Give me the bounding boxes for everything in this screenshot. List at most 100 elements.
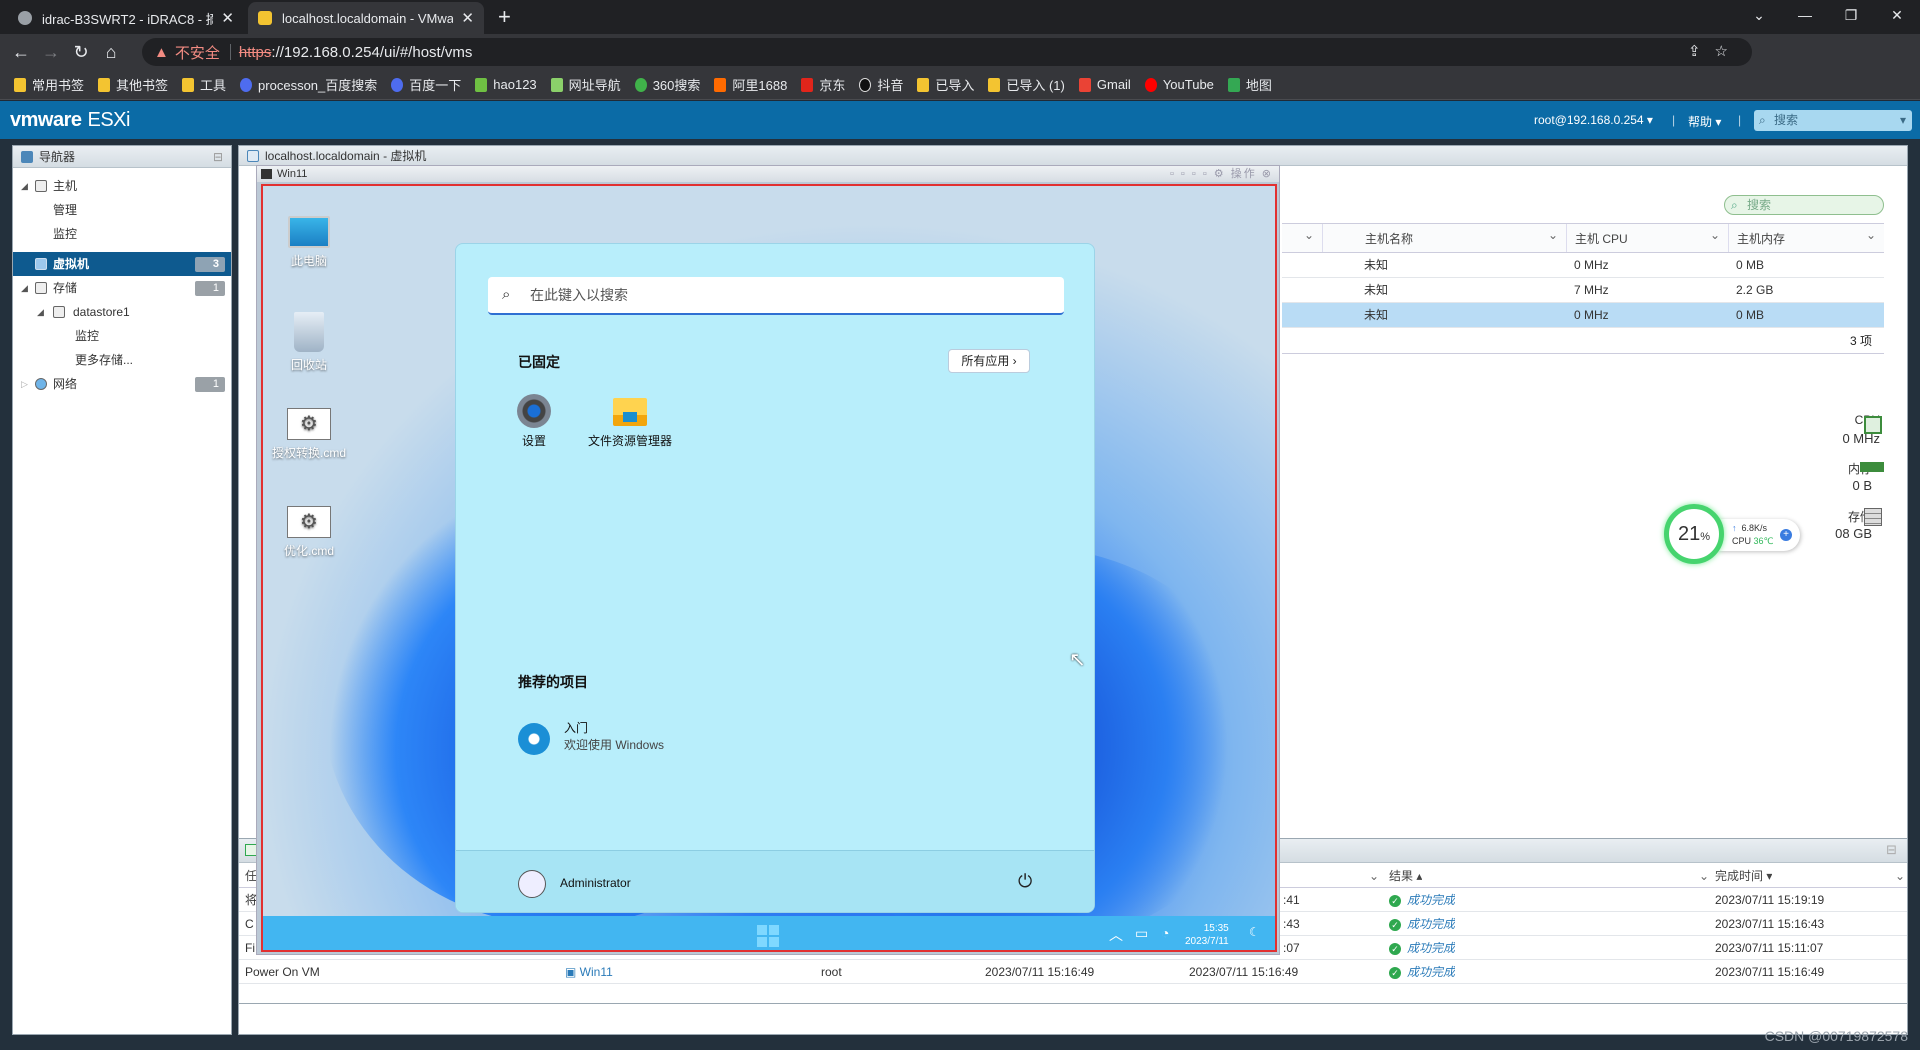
chevron-down-icon[interactable]: ⌄ xyxy=(1369,864,1379,888)
minimize-button[interactable]: — xyxy=(1782,0,1828,30)
bookmark[interactable]: Gmail xyxy=(1078,77,1131,92)
bookmark[interactable]: 360搜索 xyxy=(634,75,700,94)
nav-virtual-machines[interactable]: 虚拟机 3 xyxy=(13,252,231,276)
nav-host[interactable]: ◢ 主机 xyxy=(13,174,231,198)
bookmark[interactable]: 阿里1688 xyxy=(714,75,787,94)
power-icon[interactable]: ⏻ xyxy=(1018,871,1032,892)
memory-value: 0 B xyxy=(1852,478,1872,493)
tab-idrac[interactable]: idrac-B3SWRT2 - iDRAC8 - 摘要 ✕ xyxy=(8,2,244,34)
idrac-favicon-icon xyxy=(18,11,32,25)
desktop-icon-recycle-bin[interactable]: 回收站 xyxy=(269,312,349,373)
chevron-down-icon[interactable]: ⌄ xyxy=(1699,864,1709,888)
main-title: localhost.localdomain - 虚拟机 xyxy=(239,146,1907,166)
watermark: CSDN @007198725​78 xyxy=(1764,1028,1908,1044)
console-controls[interactable]: ▫ ▫ ▫ ▫ ⚙ 操作 ⊗ xyxy=(1170,166,1273,182)
expand-arrow-icon[interactable]: ◢ xyxy=(21,174,28,198)
taskbar-clock[interactable]: 15:35 2023/7/11 xyxy=(1185,922,1229,948)
expand-arrow-icon[interactable]: ◢ xyxy=(37,300,44,324)
column-header-hostname[interactable]: 主机名称 xyxy=(1322,220,1566,252)
bookmark[interactable]: 工具 xyxy=(182,75,226,94)
close-tab-icon[interactable]: ✕ xyxy=(221,9,234,27)
nav-network[interactable]: ▷ 网络 1 xyxy=(13,372,231,396)
bookmark[interactable]: 抖音 xyxy=(859,75,903,94)
expand-arrow-icon[interactable]: ▷ xyxy=(21,372,28,396)
nav-datastore1[interactable]: ◢ datastore1 xyxy=(13,300,231,324)
column-header[interactable] xyxy=(1282,220,1322,252)
nav-datastore-monitor[interactable]: 监控 xyxy=(13,324,231,348)
home-button[interactable]: ⌂ xyxy=(96,42,126,63)
nav-more-storage[interactable]: 更多存储... xyxy=(13,348,231,372)
gmail-icon xyxy=(1078,77,1091,92)
global-search-input[interactable]: ⌕ 搜索 ▾ xyxy=(1754,110,1912,131)
user-menu[interactable]: root@192.168.0.254 ▾ xyxy=(1534,113,1653,127)
bookmark[interactable]: 网址导航 xyxy=(550,75,621,94)
bookmark[interactable]: YouTube xyxy=(1144,77,1214,92)
vm-grid: 主机名称 主机 CPU 主机内存 未知 0 MHz 0 MB 未知 7 MHz … xyxy=(1282,220,1884,354)
storage-count-badge: 1 xyxy=(195,281,225,296)
help-menu[interactable]: 帮助 ▾ xyxy=(1688,113,1721,130)
windows-start-icon[interactable] xyxy=(757,925,779,947)
column-header-cpu[interactable]: 主机 CPU xyxy=(1566,220,1728,252)
column-header-result[interactable]: 结果 ▴ xyxy=(1389,864,1422,888)
nav-storage[interactable]: ◢ 存储 1 xyxy=(13,276,231,300)
plus-icon[interactable]: + xyxy=(1780,529,1792,541)
grid-search-input[interactable]: ⌕ 搜索 xyxy=(1724,195,1884,215)
pinned-heading: 已固定 xyxy=(518,354,560,370)
chevron-up-icon[interactable]: ︿ xyxy=(1109,925,1123,945)
column-header-memory[interactable]: 主机内存 xyxy=(1728,220,1884,252)
pinned-file-explorer[interactable]: 文件资源管理器 xyxy=(582,394,678,449)
network-icon[interactable]: ▭ xyxy=(1135,925,1148,942)
bookmark[interactable]: 其他书签 xyxy=(98,75,168,94)
desktop-icon-cmd-2[interactable]: 优化.cmd xyxy=(269,506,349,559)
column-header-completed[interactable]: 完成时间 ▾ xyxy=(1715,864,1772,888)
bookmark[interactable]: 京东 xyxy=(801,75,845,94)
volume-icon[interactable]: ◔ xyxy=(1161,925,1169,941)
search-icon: ⌕ xyxy=(502,286,511,303)
bookmark[interactable]: processon_百度搜索 xyxy=(240,75,377,94)
task-target-link[interactable]: Win11 xyxy=(580,965,613,979)
nav-site-icon xyxy=(550,77,563,92)
close-window-button[interactable]: ✕ xyxy=(1874,0,1920,30)
forward-button[interactable]: → xyxy=(36,42,66,63)
notifications-icon[interactable]: ☾ xyxy=(1249,925,1260,939)
system-monitor-widget[interactable]: ↑ 6.8K/s CPU 36℃ + 21% xyxy=(1662,504,1812,564)
pinned-settings[interactable]: 设置 xyxy=(486,394,582,449)
bookmark[interactable]: 已导入 (1) xyxy=(988,75,1065,94)
table-row-selected[interactable]: 未知 0 MHz 0 MB xyxy=(1282,303,1884,328)
tab-esxi[interactable]: localhost.localdomain - VMware ESXi ✕ xyxy=(248,2,484,34)
tab-search-icon[interactable]: ⌄ xyxy=(1736,0,1782,30)
close-tab-icon[interactable]: ✕ xyxy=(461,9,474,27)
bookmark[interactable]: 已导入 xyxy=(917,75,974,94)
bookmark[interactable]: hao123 xyxy=(475,77,537,92)
bookmark[interactable]: 地图 xyxy=(1227,75,1272,94)
collapse-icon[interactable]: ⊟ xyxy=(1886,842,1897,858)
share-star-icons[interactable]: ⇪☆ xyxy=(1688,42,1742,60)
network-globe-icon xyxy=(35,378,47,390)
restore-button[interactable]: ❐ xyxy=(1828,0,1874,30)
table-row[interactable]: 未知 0 MHz 0 MB xyxy=(1282,253,1884,278)
recommended-heading: 推荐的项目 xyxy=(518,674,588,690)
address-bar[interactable]: ▲ 不安全 https ://192.168.0.254/ui/#/host/v… xyxy=(142,38,1752,66)
table-row[interactable]: 未知 7 MHz 2.2 GB xyxy=(1282,278,1884,303)
back-button[interactable]: ← xyxy=(6,42,36,63)
user-name[interactable]: Administrator xyxy=(560,876,631,890)
chevron-down-icon[interactable]: ⌄ xyxy=(1895,864,1905,888)
console-title-bar[interactable]: Win11 ▫ ▫ ▫ ▫ ⚙ 操作 ⊗ xyxy=(257,166,1279,182)
new-tab-button[interactable]: + xyxy=(498,4,511,30)
recommended-get-started[interactable]: 入门 欢迎使用 Windows xyxy=(564,719,664,753)
nav-monitor[interactable]: 监控 xyxy=(13,222,231,246)
bookmark[interactable]: 常用书签 xyxy=(14,75,84,94)
bookmark[interactable]: 百度一下 xyxy=(391,75,461,94)
expand-arrow-icon[interactable]: ◢ xyxy=(21,276,28,300)
reload-button[interactable]: ↻ xyxy=(66,42,96,63)
alibaba-icon xyxy=(714,77,727,92)
vm-screen[interactable]: 此电脑 回收站 授权转换.cmd 优化.cmd ⌕ 在此键入以搜索 已固定 所有… xyxy=(261,184,1277,952)
all-apps-button[interactable]: 所有应用 › xyxy=(948,349,1030,373)
desktop-icon-cmd-1[interactable]: 授权转换.cmd xyxy=(269,408,349,461)
table-row[interactable]: Power On VM ▣ Win11 root 2023/07/11 15:1… xyxy=(239,960,1907,984)
nav-manage[interactable]: 管理 xyxy=(13,198,231,222)
start-search-input[interactable]: ⌕ 在此键入以搜索 xyxy=(488,277,1064,315)
collapse-icon[interactable]: ⊟ xyxy=(213,146,223,168)
user-avatar-icon[interactable] xyxy=(518,870,546,898)
desktop-icon-this-pc[interactable]: 此电脑 xyxy=(269,216,349,269)
